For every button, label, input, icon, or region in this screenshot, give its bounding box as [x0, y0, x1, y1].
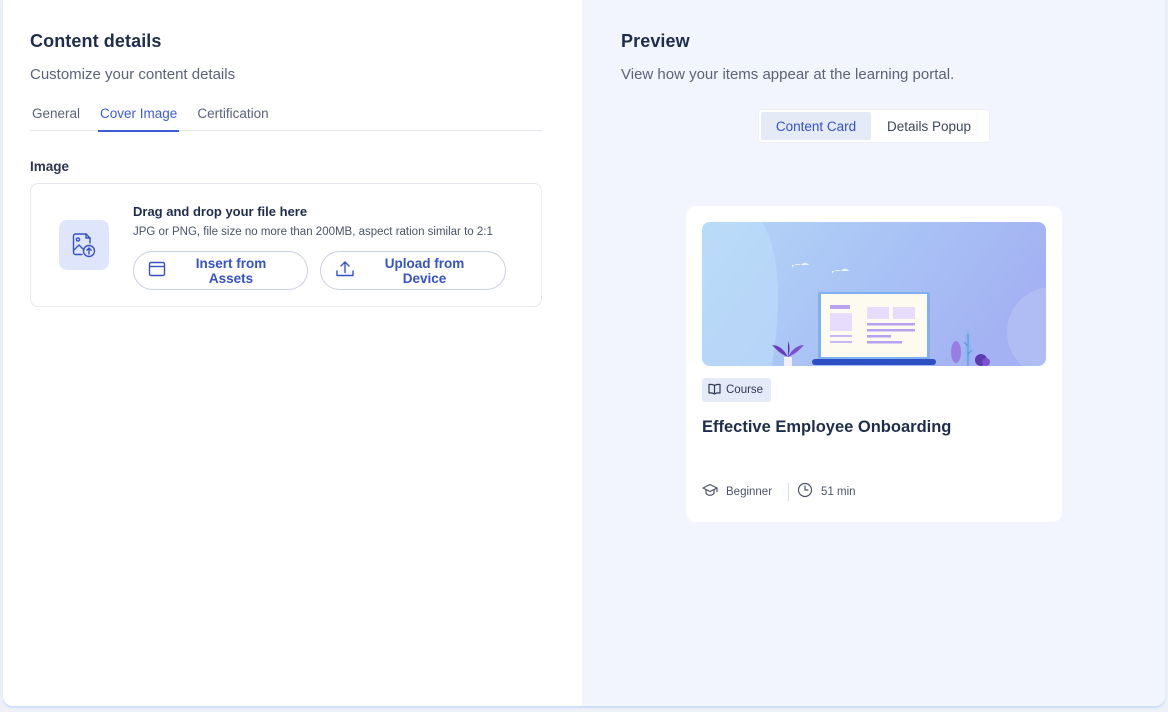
assets-window-icon: [148, 261, 166, 280]
page-subtitle: Customize your content details: [30, 66, 236, 83]
preview-title: Preview: [621, 31, 690, 51]
duration-label: 51 min: [821, 485, 856, 498]
content-details-panel: Content details Customize your content d…: [3, 0, 582, 706]
dropzone-actions: Insert from Assets Upload from Device: [133, 251, 506, 290]
card-title: Effective Employee Onboarding: [702, 418, 952, 436]
book-icon: [708, 383, 721, 398]
segment-content-card[interactable]: Content Card: [761, 112, 871, 140]
content-type-badge: Course: [702, 378, 772, 402]
preview-mode-toggle: Content Card Details Popup: [759, 110, 989, 142]
tab-general[interactable]: General: [30, 105, 82, 131]
cover-image-illustration: [702, 222, 1046, 366]
dropzone-hint: JPG or PNG, file size no more than 200MB…: [133, 226, 493, 238]
insert-from-assets-button[interactable]: Insert from Assets: [133, 251, 308, 290]
tab-cover-image[interactable]: Cover Image: [98, 105, 180, 132]
image-section-label: Image: [30, 159, 70, 174]
image-dropzone[interactable]: Drag and drop your file here JPG or PNG,…: [30, 183, 542, 307]
card-meta: Beginner 51 min: [702, 482, 856, 501]
page-title: Content details: [30, 31, 162, 51]
level-meta: Beginner: [702, 483, 772, 500]
content-card-preview[interactable]: Course Effective Employee Onboarding Beg…: [686, 206, 1062, 522]
segment-details-popup[interactable]: Details Popup: [871, 112, 987, 140]
graduation-cap-icon: [702, 483, 718, 500]
dropzone-text: Drag and drop your file here JPG or PNG,…: [133, 204, 493, 238]
upload-icon: [335, 260, 355, 281]
upload-from-device-button[interactable]: Upload from Device: [320, 251, 506, 290]
insert-from-assets-label: Insert from Assets: [195, 255, 267, 286]
app-frame: Content details Customize your content d…: [3, 0, 1165, 706]
level-label: Beginner: [726, 485, 773, 498]
clock-icon: [797, 482, 813, 501]
dropzone-title: Drag and drop your file here: [133, 204, 308, 219]
preview-panel: Preview View how your items appear at th…: [582, 0, 1165, 706]
badge-label: Course: [726, 384, 764, 396]
tab-certification[interactable]: Certification: [195, 105, 270, 131]
preview-subtitle: View how your items appear at the learni…: [621, 66, 955, 83]
duration-meta: 51 min: [797, 482, 856, 501]
meta-divider: [788, 482, 790, 501]
image-upload-icon: [59, 220, 109, 270]
tab-bar: General Cover Image Certification: [30, 105, 542, 132]
upload-from-device-label: Upload from Device: [384, 255, 465, 286]
